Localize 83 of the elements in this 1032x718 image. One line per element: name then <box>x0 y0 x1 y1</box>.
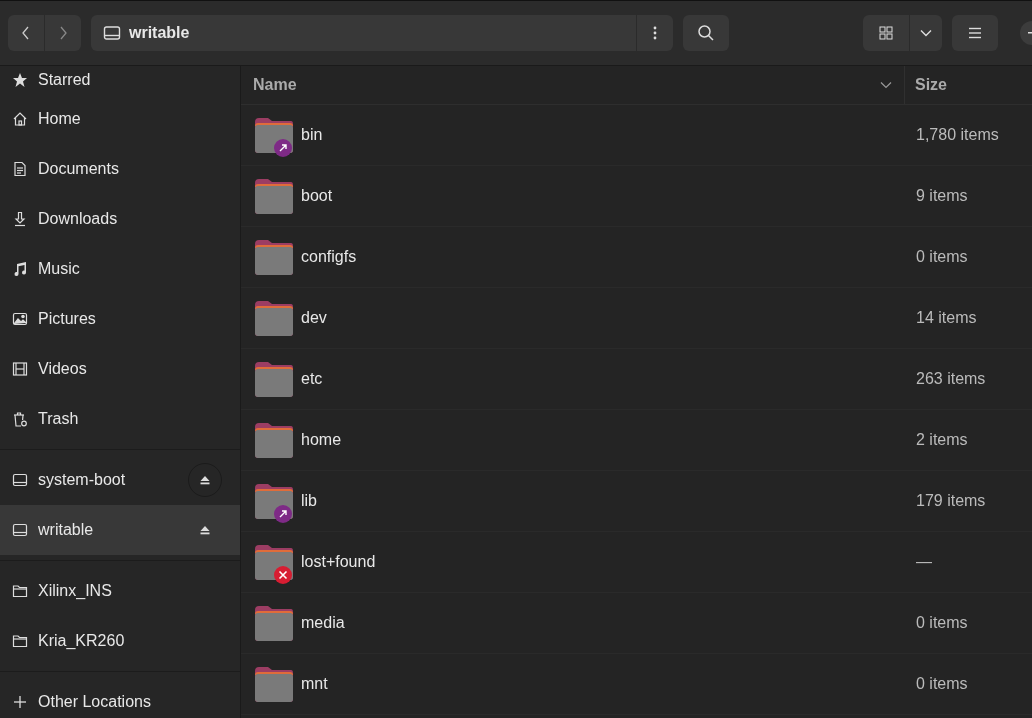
folder-icon <box>253 665 295 703</box>
file-size: 0 items <box>915 675 968 693</box>
file-row[interactable]: lost+found — <box>241 532 1032 593</box>
file-size: 263 items <box>915 370 986 388</box>
picture-icon <box>12 311 28 327</box>
drive-icon <box>12 472 28 488</box>
grid-icon <box>879 26 893 40</box>
sidebar-item[interactable]: Trash <box>0 394 240 444</box>
plus-icon <box>12 694 28 710</box>
forward-icon <box>58 25 68 41</box>
file-name: lib <box>301 492 317 510</box>
file-name: configfs <box>301 248 357 266</box>
trash-icon <box>12 411 28 427</box>
eject-icon <box>200 475 210 485</box>
folder-icon <box>253 360 295 398</box>
film-icon <box>12 361 28 377</box>
folder-icon <box>12 583 28 599</box>
file-size: 0 items <box>915 614 968 632</box>
sidebar-item[interactable]: Documents <box>0 144 240 194</box>
home-icon <box>12 111 28 127</box>
location-label: writable <box>129 24 190 42</box>
sidebar-item[interactable]: Music <box>0 244 240 294</box>
folder-icon <box>253 177 295 215</box>
file-name: media <box>301 614 345 632</box>
menu-button[interactable] <box>952 15 998 51</box>
grid-view-button[interactable] <box>863 15 909 51</box>
file-name: boot <box>301 187 333 205</box>
file-size: 14 items <box>915 309 977 327</box>
file-size: 1,780 items <box>915 126 999 144</box>
more-icon <box>653 26 657 40</box>
sidebar-item[interactable]: writable <box>0 505 240 555</box>
menu-icon <box>968 27 982 39</box>
star-icon <box>12 72 28 88</box>
file-name: dev <box>301 309 327 327</box>
symlink-badge-icon <box>274 505 292 523</box>
folder-icon <box>12 633 28 649</box>
folder-icon <box>253 238 295 276</box>
sidebar-item[interactable]: Starred <box>0 66 240 94</box>
file-row[interactable]: media 0 items <box>241 593 1032 654</box>
sidebar-item[interactable]: Home <box>0 94 240 144</box>
sidebar-item[interactable]: Xilinx_INS <box>0 566 240 616</box>
folder-icon <box>253 299 295 337</box>
eject-icon <box>200 525 210 535</box>
file-size: — <box>915 553 932 571</box>
sidebar-item[interactable]: Videos <box>0 344 240 394</box>
file-size: 2 items <box>915 431 968 449</box>
sidebar-item[interactable]: Downloads <box>0 194 240 244</box>
sidebar-item[interactable]: Kria_KR260 <box>0 616 240 666</box>
file-row[interactable]: dev 14 items <box>241 288 1032 349</box>
drive-icon <box>12 522 28 538</box>
file-name: etc <box>301 370 323 388</box>
symlink-badge-icon <box>274 139 292 157</box>
file-name: mnt <box>301 675 328 693</box>
error-badge-icon <box>274 566 292 584</box>
file-row[interactable]: bin 1,780 items <box>241 105 1032 166</box>
drive-icon <box>103 25 121 41</box>
sidebar-item[interactable]: system-boot <box>0 455 240 505</box>
music-note-icon <box>12 261 28 277</box>
file-size: 179 items <box>915 492 986 510</box>
column-header[interactable]: Name <box>241 66 904 104</box>
folder-icon <box>253 421 295 459</box>
sidebar-item[interactable]: Pictures <box>0 294 240 344</box>
back-icon <box>21 25 31 41</box>
file-size: 9 items <box>915 187 968 205</box>
sidebar-item[interactable]: Other Locations <box>0 677 240 718</box>
search-icon <box>697 24 715 42</box>
file-size: 0 items <box>915 248 968 266</box>
file-name: lost+found <box>301 553 376 571</box>
file-name: bin <box>301 126 323 144</box>
file-row[interactable]: home 2 items <box>241 410 1032 471</box>
search-button[interactable] <box>683 15 729 51</box>
chevron-down-icon <box>920 29 932 37</box>
download-icon <box>12 211 28 227</box>
file-row[interactable]: etc 263 items <box>241 349 1032 410</box>
file-name: home <box>301 431 342 449</box>
location-bar[interactable]: writable <box>91 15 636 51</box>
file-row[interactable]: boot 9 items <box>241 166 1032 227</box>
file-row[interactable]: mnt 0 items <box>241 654 1032 715</box>
document-icon <box>12 161 28 177</box>
file-row[interactable]: configfs 0 items <box>241 227 1032 288</box>
file-row[interactable]: lib 179 items <box>241 471 1032 532</box>
folder-icon <box>253 604 295 642</box>
column-header[interactable]: Size <box>904 66 1032 104</box>
